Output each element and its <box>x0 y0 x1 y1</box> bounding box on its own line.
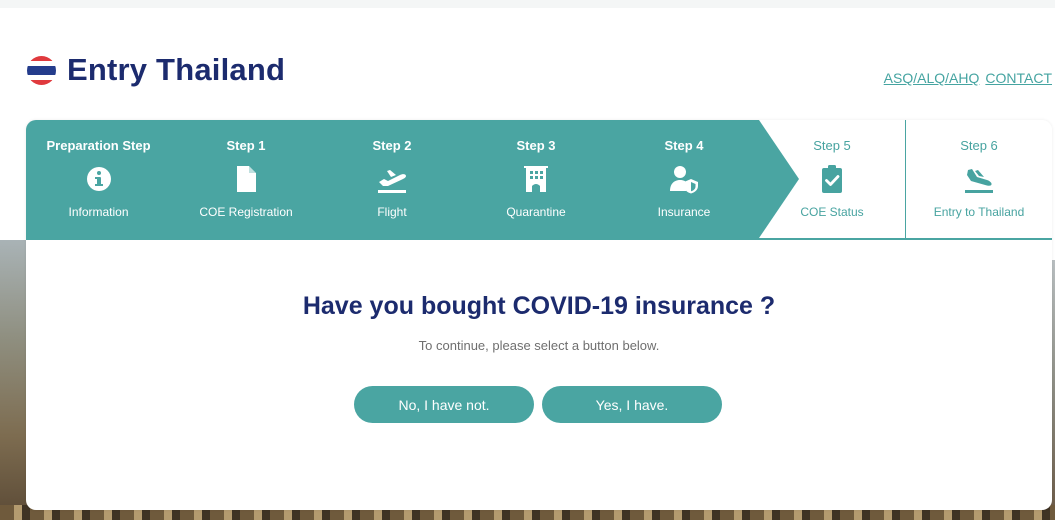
steps-divider <box>26 238 1052 240</box>
step-progress-bar: Preparation Step Information Step 1 COE … <box>26 120 1052 238</box>
step-6[interactable]: Step 6 Entry to Thailand <box>905 120 1052 238</box>
contact-link[interactable]: CONTACT <box>985 70 1052 86</box>
instruction-text: To continue, please select a button belo… <box>418 338 660 353</box>
top-nav: ASQ/ALQ/AHQ CONTACT <box>884 70 1052 86</box>
step-title: Step 1 <box>226 138 266 153</box>
main-card: Preparation Step Information Step 1 COE … <box>26 120 1052 510</box>
step-3[interactable]: Step 3 Quarantine <box>463 120 609 238</box>
plane-landing-icon <box>965 169 993 193</box>
document-icon <box>237 166 256 192</box>
step-label: Flight <box>377 205 407 219</box>
step-label: COE Registration <box>199 205 293 219</box>
user-shield-icon <box>670 166 698 194</box>
step-2[interactable]: Step 2 Flight <box>321 120 463 238</box>
step-title: Step 4 <box>664 138 704 153</box>
step-label: Entry to Thailand <box>933 205 1025 219</box>
answer-buttons: No, I have not. Yes, I have. <box>354 386 722 423</box>
site-header: Entry Thailand ASQ/ALQ/AHQ CONTACT <box>0 8 1055 120</box>
hotel-building-icon <box>524 166 548 192</box>
thai-flag-icon <box>27 55 56 85</box>
step-title: Step 6 <box>960 138 998 153</box>
step-title: Step 3 <box>516 138 556 153</box>
step-title: Step 2 <box>372 138 412 153</box>
step-label: Information <box>68 205 129 219</box>
step-1[interactable]: Step 1 COE Registration <box>171 120 321 238</box>
no-button[interactable]: No, I have not. <box>354 386 534 423</box>
step-preparation[interactable]: Preparation Step Information <box>26 120 171 238</box>
info-circle-icon <box>86 167 111 191</box>
plane-takeoff-icon <box>378 170 406 193</box>
step-title: Preparation Step <box>46 138 151 153</box>
clipboard-check-icon <box>822 165 842 193</box>
step-label: Quarantine <box>506 205 566 219</box>
step-4[interactable]: Step 4 Insurance <box>609 120 759 238</box>
brand-title: Entry Thailand <box>67 52 286 87</box>
step-label: Insurance <box>657 205 711 219</box>
asq-alq-ahq-link[interactable]: ASQ/ALQ/AHQ <box>884 70 980 86</box>
yes-button[interactable]: Yes, I have. <box>542 386 722 423</box>
background-city-left <box>0 240 28 520</box>
current-step-chevron-icon <box>759 120 799 238</box>
insurance-question: Have you bought COVID-19 insurance ? <box>302 292 776 320</box>
brand-logo[interactable]: Entry Thailand <box>27 52 285 88</box>
